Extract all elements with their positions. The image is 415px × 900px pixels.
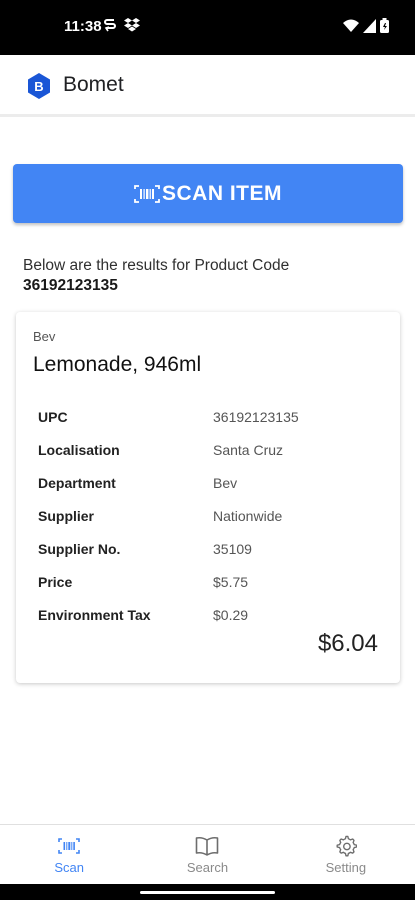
product-category: Bev	[33, 329, 56, 344]
app-bar: B Bomet	[0, 55, 415, 117]
detail-value: 35109	[213, 540, 252, 557]
battery-icon	[380, 18, 389, 38]
book-icon	[195, 835, 219, 857]
sync-icon	[104, 17, 116, 38]
status-time: 11:38	[64, 18, 102, 35]
nav-scan-label: Scan	[54, 860, 84, 875]
nav-search-label: Search	[186, 860, 229, 875]
product-code: 36192123135	[23, 277, 118, 294]
detail-value: 36192123135	[213, 408, 299, 425]
nav-setting[interactable]: Setting	[277, 825, 415, 884]
status-notification-icons	[104, 17, 140, 38]
detail-label: Environment Tax	[38, 606, 151, 623]
detail-label: UPC	[38, 408, 68, 425]
results-intro: Below are the results for Product Code 3…	[23, 256, 289, 296]
gear-icon	[335, 835, 357, 857]
detail-value: Nationwide	[213, 507, 283, 524]
detail-label: Localisation	[38, 441, 120, 458]
product-card: Bev Lemonade, 946ml UPC 36192123135 Loca…	[16, 312, 400, 683]
product-name: Lemonade, 946ml	[33, 353, 202, 376]
gesture-bar	[0, 884, 415, 900]
detail-row-department: Department Bev	[38, 466, 378, 499]
results-intro-text: Below are the results for Product Code	[23, 257, 290, 274]
bomet-logo-icon: B	[27, 73, 51, 99]
detail-value: Bev	[213, 474, 238, 491]
scan-item-label: SCAN ITEM	[162, 181, 282, 205]
nav-scan[interactable]: Scan	[0, 825, 138, 884]
detail-value: Santa Cruz	[213, 441, 284, 458]
detail-row-supplier-no: Supplier No. 35109	[38, 532, 378, 565]
barcode-icon	[134, 184, 160, 203]
scan-item-button[interactable]: SCAN ITEM	[13, 164, 403, 223]
detail-value: $5.75	[213, 573, 249, 590]
status-system-icons	[343, 18, 389, 38]
wifi-icon	[343, 19, 359, 38]
detail-row-supplier: Supplier Nationwide	[38, 499, 378, 532]
product-total: $6.04	[317, 630, 378, 657]
detail-value: $0.29	[213, 606, 249, 623]
detail-row-localisation: Localisation Santa Cruz	[38, 433, 378, 466]
signal-icon	[363, 18, 376, 38]
home-gesture-handle[interactable]	[140, 891, 275, 894]
status-bar: 11:38	[0, 0, 415, 55]
nav-setting-label: Setting	[325, 860, 367, 875]
dropbox-icon	[124, 18, 140, 37]
detail-label: Department	[38, 474, 116, 491]
detail-row-environment-tax: Environment Tax $0.29	[38, 598, 378, 631]
barcode-icon	[58, 835, 80, 857]
svg-text:B: B	[34, 79, 43, 94]
nav-search[interactable]: Search	[138, 825, 276, 884]
detail-row-upc: UPC 36192123135	[38, 400, 378, 433]
product-details: UPC 36192123135 Localisation Santa Cruz …	[38, 400, 378, 631]
bottom-nav: Scan Search Setting	[0, 824, 415, 884]
detail-label: Price	[38, 573, 73, 590]
detail-label: Supplier	[38, 507, 95, 524]
app-title: Bomet	[63, 73, 124, 96]
detail-row-price: Price $5.75	[38, 565, 378, 598]
detail-label: Supplier No.	[38, 540, 121, 557]
